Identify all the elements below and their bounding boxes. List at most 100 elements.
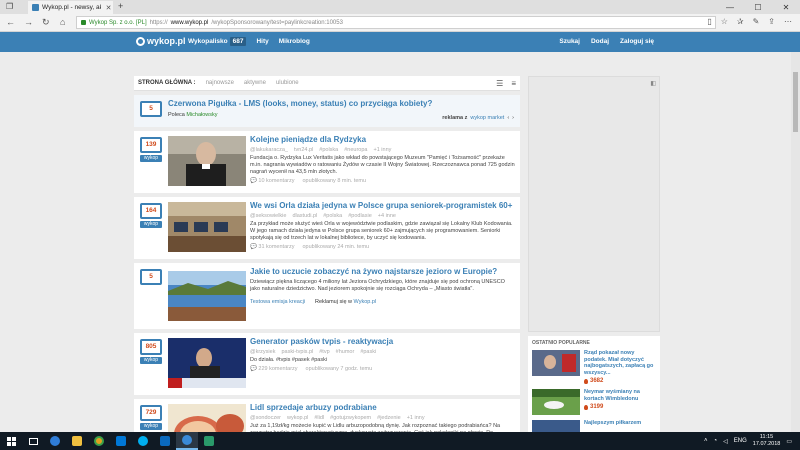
home-icon[interactable]: ⌂ xyxy=(60,17,65,27)
entry-tag-more[interactable]: +4 inne xyxy=(378,213,396,219)
entry-tag[interactable]: #humor xyxy=(336,349,355,355)
new-tab-icon[interactable]: + xyxy=(118,1,123,11)
filter-favorite[interactable]: ulubione xyxy=(276,80,299,86)
entry-title[interactable]: Generator pasków tvpis - reaktywacja xyxy=(250,337,516,347)
nav-hity[interactable]: Hity xyxy=(256,38,268,45)
entry-title[interactable]: Czerwona Pigułka - LMS (looks, money, st… xyxy=(168,99,516,109)
popular-item[interactable]: Rząd pokazał nowy podatek. Miał dotyczyć… xyxy=(532,350,656,384)
entry-tag[interactable]: #polska xyxy=(323,213,342,219)
wykop-button[interactable]: wykop xyxy=(140,357,162,364)
reading-view-icon[interactable]: ▯ xyxy=(707,17,711,26)
entry-title[interactable]: We wsi Orla działa jedyna w Polsce grupa… xyxy=(250,201,516,211)
entry-author[interactable]: @krzysiek xyxy=(250,349,275,355)
forward-arrow-icon[interactable]: → xyxy=(24,17,33,27)
nav-wykopalisko[interactable]: Wykopalisko 687 xyxy=(188,37,247,46)
ad-corner-icon[interactable]: ◧ xyxy=(650,80,656,87)
popular-title[interactable]: Najlepszym piłkarzem xyxy=(584,420,641,427)
entry-tag[interactable]: #paski xyxy=(360,349,376,355)
entry-author[interactable]: @sondoczer xyxy=(250,415,281,421)
comments-link[interactable]: 💬 31 komentarzy xyxy=(250,244,294,250)
next-arrow-icon[interactable]: › xyxy=(512,115,514,121)
search-link[interactable]: Szukaj xyxy=(559,38,580,45)
digg-count[interactable]: 5 xyxy=(140,269,162,285)
favorite-star-icon[interactable]: ☆ xyxy=(721,17,728,26)
close-window-icon[interactable]: ✕ xyxy=(772,0,800,14)
advertise-wykop-link[interactable]: Wykop.pl xyxy=(354,299,377,305)
mail-taskbar-icon[interactable] xyxy=(154,432,176,450)
filter-active[interactable]: aktywne xyxy=(244,80,266,86)
minimize-icon[interactable]: — xyxy=(716,0,744,14)
close-tab-icon[interactable]: ✕ xyxy=(104,4,113,12)
back-arrow-icon[interactable]: ← xyxy=(6,17,15,27)
popular-title[interactable]: Neymar wyśmiany na kortach Wimbledonu xyxy=(584,389,656,402)
recommended-user[interactable]: Michałowsky xyxy=(186,112,217,118)
list-view-icon[interactable]: ☰ xyxy=(496,79,503,88)
edge-taskbar-icon[interactable] xyxy=(44,432,66,450)
entry-thumbnail[interactable] xyxy=(168,202,246,252)
prev-arrow-icon[interactable]: ‹ xyxy=(507,115,509,121)
entry-thumbnail[interactable] xyxy=(168,338,246,388)
favorites-hub-icon[interactable]: ✰ xyxy=(737,17,744,26)
wykop-logo[interactable]: wykop.pl xyxy=(136,36,186,46)
entry-thumbnail[interactable] xyxy=(168,268,246,324)
app-taskbar-icon[interactable] xyxy=(198,432,220,450)
wykop-market-link[interactable]: wykop market xyxy=(470,115,504,121)
store-taskbar-icon[interactable] xyxy=(110,432,132,450)
volume-icon[interactable]: ◁ xyxy=(723,438,728,445)
comments-link[interactable]: 💬 10 komentarzy xyxy=(250,178,294,184)
entry-title[interactable]: Jakie to uczucie zobaczyć na żywo najsta… xyxy=(250,267,516,277)
entry-tag-more[interactable]: +1 inny xyxy=(407,415,425,421)
nav-mikroblog[interactable]: Mikroblog xyxy=(279,38,310,45)
scrollbar-thumb[interactable] xyxy=(793,72,798,132)
add-link[interactable]: Dodaj xyxy=(591,38,609,45)
popular-title[interactable]: Rząd pokazał nowy podatek. Miał dotyczyć… xyxy=(584,350,656,376)
share-icon[interactable]: ⇪ xyxy=(768,17,775,26)
entry-tag[interactable]: #gotujzwykopem xyxy=(330,415,371,421)
wykop-button[interactable]: wykop xyxy=(140,155,162,162)
page-scrollbar[interactable] xyxy=(791,52,800,432)
skype-taskbar-icon[interactable] xyxy=(132,432,154,450)
digg-count[interactable]: 5 xyxy=(140,101,162,117)
notifications-icon[interactable]: ▭ xyxy=(786,438,792,445)
entry-tag[interactable]: #podlasie xyxy=(348,213,372,219)
entry-tag[interactable]: #jedzenie xyxy=(377,415,401,421)
language-indicator[interactable]: ENG xyxy=(734,438,747,444)
popular-item[interactable]: Neymar wyśmiany na kortach Wimbledonu 31… xyxy=(532,389,656,415)
url-input[interactable]: Wykop Sp. z o.o. [PL] https://www.wykop.… xyxy=(76,16,716,29)
maximize-icon[interactable]: ☐ xyxy=(744,0,772,14)
compact-view-icon[interactable]: ≡ xyxy=(511,79,516,88)
entry-source[interactable]: dlastudi.pl xyxy=(292,213,317,219)
refresh-icon[interactable]: ↻ xyxy=(42,17,50,28)
login-link[interactable]: Zaloguj się xyxy=(620,38,654,45)
entry-author[interactable]: @lakukaracza_ xyxy=(250,147,288,153)
entry-tag[interactable]: #lidl xyxy=(314,415,324,421)
tray-chevron-icon[interactable]: ˄ xyxy=(704,438,708,444)
entry-source[interactable]: paski-tvpis.pl xyxy=(281,349,313,355)
chrome-taskbar-icon[interactable] xyxy=(88,432,110,450)
notes-pen-icon[interactable]: ✎ xyxy=(753,17,760,26)
test-emission-link[interactable]: Testowa emisja kreacji xyxy=(250,299,305,305)
wykop-button[interactable]: wykop xyxy=(140,221,162,228)
network-icon[interactable]: ◔ xyxy=(714,438,718,444)
edge-active-taskbar-icon[interactable] xyxy=(176,432,198,450)
entry-author[interactable]: @seksowielkie xyxy=(250,213,286,219)
explorer-taskbar-icon[interactable] xyxy=(66,432,88,450)
entry-tag[interactable]: #neuropa xyxy=(344,147,367,153)
entry-tag[interactable]: #polska xyxy=(319,147,338,153)
comments-link[interactable]: 💬 229 komentarzy xyxy=(250,366,298,372)
wykop-button[interactable]: wykop xyxy=(140,423,162,430)
entry-title[interactable]: Lidl sprzedaje arbuzy podrabiane xyxy=(250,403,516,413)
entry-source[interactable]: wykop.pl xyxy=(287,415,308,421)
entry-tag[interactable]: #tvp xyxy=(319,349,329,355)
more-menu-icon[interactable]: ⋯ xyxy=(784,17,792,26)
entry-title[interactable]: Kolejne pieniądze dla Rydzyka xyxy=(250,135,516,145)
filter-newest[interactable]: najnowsze xyxy=(206,80,234,86)
start-button[interactable] xyxy=(0,432,22,450)
taskbar-clock[interactable]: 11:15 17.07.2018 xyxy=(753,434,781,448)
task-view-icon[interactable] xyxy=(22,432,44,450)
entry-tag-more[interactable]: +1 inny xyxy=(373,147,391,153)
entry-source[interactable]: tvn24.pl xyxy=(294,147,313,153)
entry-thumbnail[interactable] xyxy=(168,136,246,186)
browser-tab[interactable]: Wykop.pl - newsy, aktu ✕ xyxy=(28,1,113,14)
tab-list-icon[interactable]: ❐ xyxy=(6,2,13,11)
